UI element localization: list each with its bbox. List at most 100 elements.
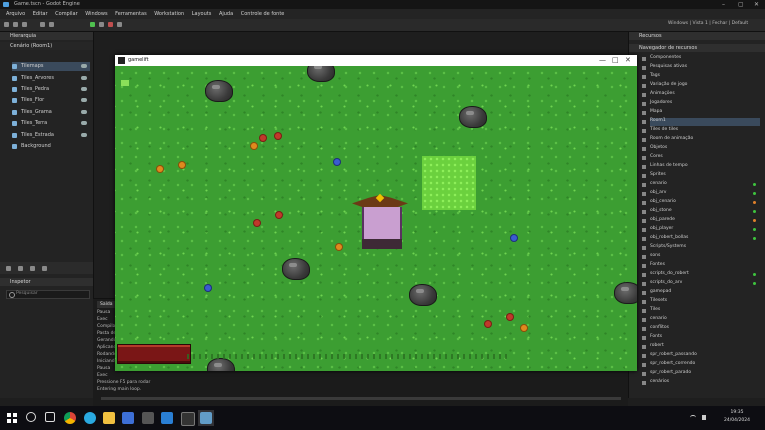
resource-item[interactable]: obj_arv: [642, 190, 760, 198]
resource-item[interactable]: scripts_do_arv: [642, 280, 760, 288]
menu-item-compilar[interactable]: Compilar: [55, 11, 78, 17]
open-icon[interactable]: [13, 22, 18, 27]
edge-icon[interactable]: [84, 412, 96, 424]
save-icon[interactable]: [22, 22, 27, 27]
pause-icon[interactable]: [117, 22, 122, 27]
menu-item-editar[interactable]: Editar: [33, 11, 48, 17]
tree-item-tiles-arvores[interactable]: Tiles_Arvores: [12, 74, 90, 83]
wifi-icon[interactable]: [690, 415, 696, 420]
resource-item[interactable]: cenários: [642, 379, 760, 387]
add-layer-icon[interactable]: [6, 266, 11, 271]
move-down-icon[interactable]: [42, 266, 47, 271]
taskbar-time[interactable]: 19:35: [722, 410, 752, 415]
eye-icon[interactable]: [81, 98, 87, 102]
debug-icon[interactable]: [99, 22, 104, 27]
app-icon: [3, 2, 9, 7]
vscode-icon[interactable]: [161, 412, 173, 424]
game-minimize-icon[interactable]: —: [599, 56, 606, 64]
tree-item-tiles-terra[interactable]: Tiles_Terra: [12, 119, 90, 128]
search-icon[interactable]: [26, 412, 36, 422]
undo-icon[interactable]: [40, 22, 45, 27]
workspace-info[interactable]: Windows | Vista 1 | Fechar | Default: [668, 21, 748, 26]
resource-item[interactable]: conflitos: [642, 325, 760, 333]
task-view-icon[interactable]: [45, 412, 55, 422]
resource-item[interactable]: spr_robert_passando: [642, 352, 760, 360]
eye-icon[interactable]: [81, 110, 87, 114]
resource-item[interactable]: Fonts: [642, 334, 760, 342]
eye-icon[interactable]: [81, 76, 87, 80]
game-close-icon[interactable]: ✕: [625, 56, 631, 64]
resource-item[interactable]: Animações: [642, 91, 760, 99]
resource-item[interactable]: robert: [642, 343, 760, 351]
menu-item-arquivo[interactable]: Arquivo: [6, 11, 25, 17]
eye-icon[interactable]: [81, 87, 87, 91]
redo-icon[interactable]: [49, 22, 54, 27]
resource-item[interactable]: spr_robert_parado: [642, 370, 760, 378]
eye-icon[interactable]: [81, 121, 87, 125]
resource-item[interactable]: Variação de jogo: [642, 82, 760, 90]
resource-item[interactable]: Room1: [642, 118, 760, 126]
menu-item-ajuda[interactable]: Ajuda: [219, 11, 233, 17]
resource-item[interactable]: Tags: [642, 73, 760, 81]
menu-item-windows[interactable]: Windows: [85, 11, 107, 17]
stop-icon[interactable]: [108, 22, 113, 27]
resource-item[interactable]: Objetos: [642, 145, 760, 153]
resource-item[interactable]: spr_robert_correndo: [642, 361, 760, 369]
resource-item[interactable]: obj_stone: [642, 208, 760, 216]
resource-item[interactable]: Mapa: [642, 109, 760, 117]
resource-item[interactable]: obj_player: [642, 226, 760, 234]
resource-item[interactable]: Linhas de tempo: [642, 163, 760, 171]
start-menu-icon[interactable]: [7, 413, 17, 423]
resource-item[interactable]: Jogadores: [642, 100, 760, 108]
resource-item[interactable]: obj_cenario: [642, 199, 760, 207]
game-viewport[interactable]: [115, 66, 637, 371]
resource-item[interactable]: Tilesets: [642, 298, 760, 306]
menu-item-layouts[interactable]: Layouts: [192, 11, 212, 17]
resource-item[interactable]: cenario: [642, 316, 760, 324]
resource-item[interactable]: obj_parede: [642, 217, 760, 225]
hierarchy-filter[interactable]: Cenário (Room1): [0, 42, 93, 50]
store-icon[interactable]: [122, 412, 134, 424]
resource-item[interactable]: Room de animação: [642, 136, 760, 144]
output-scrollbar[interactable]: [101, 397, 621, 400]
resource-item[interactable]: gamepad: [642, 289, 760, 297]
delete-layer-icon[interactable]: [18, 266, 23, 271]
play-icon[interactable]: [90, 22, 95, 27]
menu-item-ferramentas[interactable]: Ferramentas: [115, 11, 147, 17]
tree-item-tiles-pedra[interactable]: Tiles_Pedra: [12, 85, 90, 94]
eye-icon[interactable]: [81, 64, 87, 68]
resource-item[interactable]: sons: [642, 253, 760, 261]
resource-item[interactable]: Scripts/Systems: [642, 244, 760, 252]
resource-item[interactable]: cenario: [642, 181, 760, 189]
tree-item-tiles-flor[interactable]: Tiles_Flor: [12, 96, 90, 105]
resource-item[interactable]: Tiles de tiles: [642, 127, 760, 135]
resource-item[interactable]: Tiles: [642, 307, 760, 315]
game-maximize-icon[interactable]: □: [612, 56, 619, 64]
resource-item[interactable]: Fontes: [642, 262, 760, 270]
file-explorer-icon[interactable]: [103, 412, 115, 424]
eye-icon[interactable]: [81, 133, 87, 137]
tree-item-background[interactable]: Background: [12, 142, 90, 151]
volume-icon[interactable]: [702, 415, 706, 420]
menu-item-controle-de-fonte[interactable]: Controle de fonte: [241, 11, 285, 17]
close-icon[interactable]: ✕: [754, 1, 759, 8]
resource-item[interactable]: Cores: [642, 154, 760, 162]
move-up-icon[interactable]: [30, 266, 35, 271]
taskbar-date[interactable]: 24/04/2024: [722, 418, 752, 423]
resource-item[interactable]: scripts_do_robert: [642, 271, 760, 279]
resource-item[interactable]: Pesquisas ativas: [642, 64, 760, 72]
resource-item[interactable]: obj_robert_bollas: [642, 235, 760, 243]
maximize-icon[interactable]: ▢: [738, 1, 744, 8]
minimize-icon[interactable]: –: [722, 1, 725, 8]
tree-item-tiles-estrada[interactable]: Tiles_Estrada: [12, 131, 90, 140]
app-icon-dark[interactable]: [142, 412, 154, 424]
resource-item[interactable]: Sprites: [642, 172, 760, 180]
terminal-icon[interactable]: [181, 412, 195, 426]
inspector-search-input[interactable]: Pesquisar: [6, 290, 90, 299]
menu-item-workstation[interactable]: Workstation: [154, 11, 184, 17]
resource-item[interactable]: Componentes: [642, 55, 760, 63]
tree-item-tilemaps[interactable]: Tilemaps: [12, 62, 90, 71]
tree-item-tiles-grama[interactable]: Tiles_Grama: [12, 108, 90, 117]
new-icon[interactable]: [4, 22, 9, 27]
chrome-icon[interactable]: [64, 412, 76, 424]
